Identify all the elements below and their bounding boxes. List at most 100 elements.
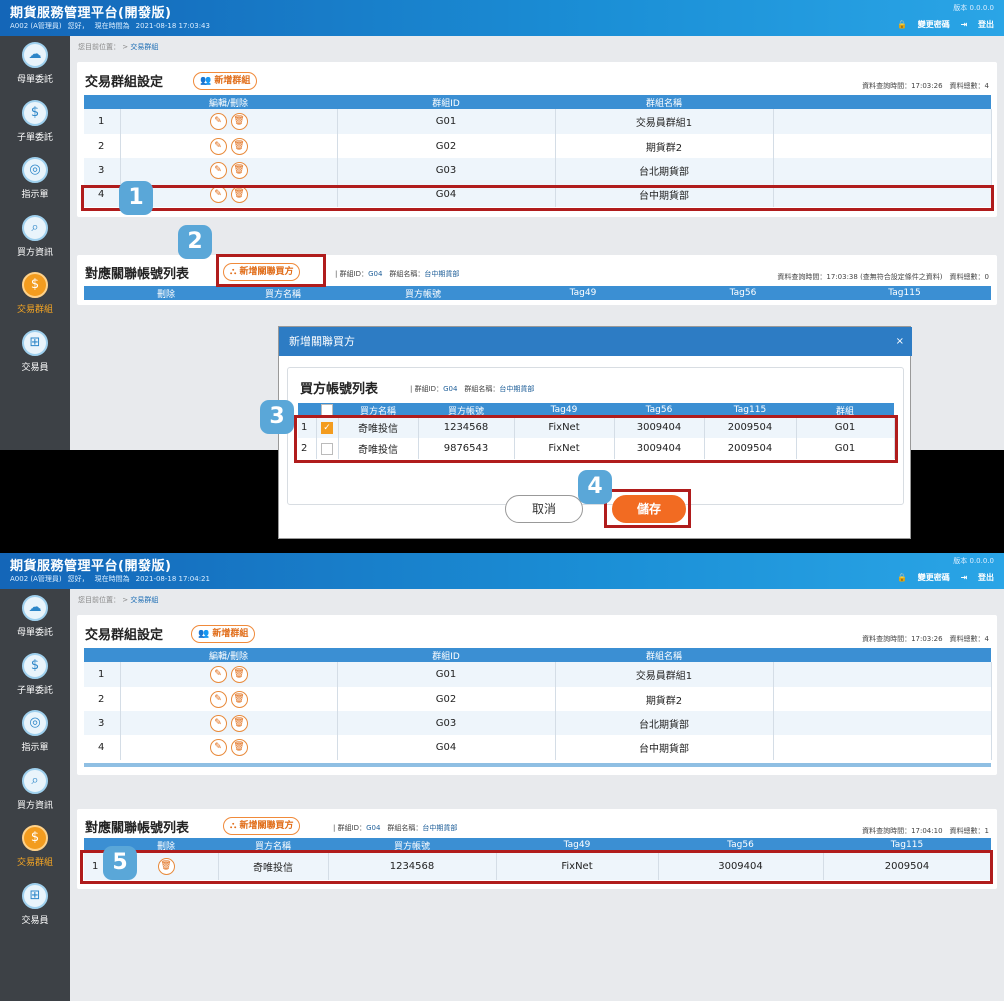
pencil-icon[interactable]: ✎ xyxy=(209,690,227,708)
group-panel-title: 交易群組設定 xyxy=(85,75,164,90)
version-label: 版本 0.0.0.0 xyxy=(953,557,994,565)
linked-accounts-panel: 對應關聯帳號列表 ⛬ 新增關聯買方 | 群組ID：G04 群組名稱：台中期貨部 … xyxy=(77,809,997,889)
sidebar-item-buyer-info[interactable]: ⌕ 買方資訊 xyxy=(0,762,70,820)
linked-accounts-table: 刪除 買方名稱 買方帳號 Tag49 Tag56 Tag115 1 🗑 奇唯投信 1234568… xyxy=(84,838,992,880)
table-row: 1 🗑 奇唯投信 1234568 FixNet 3009404 2009504 xyxy=(84,852,992,880)
change-password-link[interactable]: 🔒 變更密碼 xyxy=(897,20,950,29)
money-bag-icon: $ xyxy=(22,825,48,851)
app-title: 期貨服務管理平台(開發版) xyxy=(10,559,172,574)
step-badge-4: 4 xyxy=(578,470,612,504)
top-bar: 期貨服務管理平台(開發版) A002 (A管理員) 您好， 現在時間為 2021-08… xyxy=(0,0,1004,36)
pencil-icon[interactable]: ✎ xyxy=(209,113,227,130)
org-chart-icon: ⊞ xyxy=(22,882,48,909)
version-label: 版本 0.0.0.0 xyxy=(953,4,994,12)
table-row-selected[interactable]: 4 ✎ 🗑 G04 台中期貨部 xyxy=(84,182,992,207)
sidebar-item-parent-order[interactable]: ☁ 母單委託 xyxy=(0,36,70,94)
table-scrollbar[interactable] xyxy=(84,763,991,767)
sidebar-item-child-order[interactable]: $ 子單委託 xyxy=(0,94,70,152)
sidebar-item-instruction[interactable]: ◎ 指示單 xyxy=(0,704,70,762)
trash-icon[interactable]: 🗑 xyxy=(230,137,248,155)
sidebar-item-trading-group[interactable]: $ 交易群組 xyxy=(0,819,70,877)
trash-icon[interactable]: 🗑 xyxy=(230,113,248,130)
trash-icon[interactable]: 🗑 xyxy=(230,666,248,683)
add-linked-buyer-button[interactable]: ⛬ 新增關聯買方 xyxy=(223,817,301,835)
pencil-icon[interactable]: ✎ xyxy=(209,137,227,155)
org-chart-icon: ⊞ xyxy=(22,329,48,356)
pencil-icon[interactable]: ✎ xyxy=(209,714,227,732)
pencil-icon[interactable]: ✎ xyxy=(209,161,227,179)
table-row[interactable]: 2 奇唯投信 9876543 FixNet 3009404 2009504 G01 xyxy=(298,438,895,459)
linked-accounts-title: 對應關聯帳號列表 xyxy=(85,821,190,836)
sidebar-item-trading-group[interactable]: $ 交易群組 xyxy=(0,266,70,324)
dialog-title: 新增關聯買方 xyxy=(289,335,355,348)
dialog-group-meta: | 群組ID：G04 群組名稱：台中期貨部 xyxy=(410,385,535,393)
add-linked-buyer-button[interactable]: ⛬ 新增關聯買方 xyxy=(223,263,301,281)
sidebar-item-child-order[interactable]: $ 子單委託 xyxy=(0,647,70,705)
table-row: 3 ✎ 🗑 G03 台北期貨部 xyxy=(84,711,992,735)
buyer-accounts-table: 買方名稱 買方帳號 Tag49 Tag56 Tag115 群組 1 ✓ 奇唯投信 1234568… xyxy=(298,403,895,459)
table-row: 1 ✎ 🗑 G01 交易員群組1 xyxy=(84,109,992,134)
sidebar-item-instruction[interactable]: ◎ 指示單 xyxy=(0,151,70,209)
app-title: 期貨服務管理平台(開發版) xyxy=(10,6,172,21)
table-row[interactable]: 1 ✓ 奇唯投信 1234568 FixNet 3009404 2009504 G01 xyxy=(298,417,895,438)
sidebar-item-trader[interactable]: ⊞ 交易員 xyxy=(0,324,70,382)
money-hand-icon: $ xyxy=(22,652,48,679)
link-group-meta: | 群組ID：G04 群組名稱：台中期貨部 xyxy=(335,270,460,278)
money-bag-icon: $ xyxy=(22,272,48,298)
screenshot-after: 期貨服務管理平台(開發版) A002 (A管理員) 您好， 現在時間為 2021-08… xyxy=(0,553,1004,1001)
trash-icon[interactable]: 🗑 xyxy=(230,739,248,756)
step-badge-5: 5 xyxy=(103,846,137,880)
sidebar: ☁ 母單委託 $ 子單委託 ◎ 指示單 ⌕ 買方資訊 $ 交易群組 ⊞ 交易員 xyxy=(0,589,70,1001)
group-panel: 交易群組設定 👥 新增群組 資料查詢時間：17:03:26 資料總數：4 編輯/… xyxy=(77,615,997,775)
trash-icon[interactable]: 🗑 xyxy=(157,857,175,875)
change-password-link[interactable]: 🔒 變更密碼 xyxy=(897,573,950,582)
trash-icon[interactable]: 🗑 xyxy=(230,161,248,179)
group-table: 編輯/刪除 群組ID 群組名稱 1 ✎ 🗑 G01 交易員群組1 2 ✎ 🗑 G02 期貨群2 3 ✎… xyxy=(84,95,992,207)
row-checkbox-checked[interactable]: ✓ xyxy=(321,421,333,434)
pencil-icon[interactable]: ✎ xyxy=(209,186,227,203)
link-query-meta: 資料查詢時間：17:03:38 (查無符合設定條件之資料) 資料總數：0 xyxy=(777,273,989,281)
save-button[interactable]: 儲存 xyxy=(612,495,686,523)
top-bar: 期貨服務管理平台(開發版) A002 (A管理員) 您好， 現在時間為 2021-08… xyxy=(0,553,1004,589)
add-buyer-dialog: 新增關聯買方 × 買方帳號列表 | 群組ID：G04 群組名稱：台中期貨部 買方… xyxy=(278,326,912,539)
group-table: 編輯/刪除 群組ID 群組名稱 1 ✎ 🗑 G01 交易員群組1 2 ✎ 🗑 G02 期貨群2 3 ✎… xyxy=(84,648,992,760)
table-row: 2 ✎ 🗑 G02 期貨群2 xyxy=(84,687,992,711)
cancel-button[interactable]: 取消 xyxy=(505,495,583,523)
breadcrumb: 您目前位置： > 交易群組 xyxy=(78,43,159,51)
group-panel-title: 交易群組設定 xyxy=(85,628,164,643)
row-checkbox[interactable] xyxy=(321,442,333,455)
logout-link[interactable]: ⇥ 登出 xyxy=(961,573,995,582)
group-panel: 交易群組設定 👥 新增群組 資料查詢時間：17:03:26 資料總數：4 編輯/… xyxy=(77,62,997,217)
buyer-table-header: 買方名稱 買方帳號 Tag49 Tag56 Tag115 群組 xyxy=(298,403,894,417)
linked-table-header: 刪除 買方名稱 買方帳號 Tag49 Tag56 Tag115 xyxy=(84,286,991,300)
table-row: 4 ✎ 🗑 G04 台中期貨部 xyxy=(84,735,992,760)
tutorial-composite: 期貨服務管理平台(開發版) A002 (A管理員) 您好， 現在時間為 2021-08… xyxy=(0,0,1004,1001)
pencil-icon[interactable]: ✎ xyxy=(209,666,227,683)
trash-icon[interactable]: 🗑 xyxy=(230,186,248,203)
select-all-checkbox[interactable] xyxy=(321,404,333,416)
add-group-button[interactable]: 👥 新增群組 xyxy=(191,625,256,643)
money-hand-icon: $ xyxy=(22,99,48,126)
sidebar-item-buyer-info[interactable]: ⌕ 買方資訊 xyxy=(0,209,70,267)
sidebar-item-trader[interactable]: ⊞ 交易員 xyxy=(0,877,70,935)
table-row: 1 ✎ 🗑 G01 交易員群組1 xyxy=(84,662,992,687)
user-info: A002 (A管理員) 您好， 現在時間為 2021-08-18 17:03:43 xyxy=(10,22,210,30)
step-badge-3: 3 xyxy=(260,400,294,434)
buyer-list-title: 買方帳號列表 xyxy=(300,382,379,397)
trash-icon[interactable]: 🗑 xyxy=(230,714,248,732)
logout-link[interactable]: ⇥ 登出 xyxy=(961,20,995,29)
target-icon: ◎ xyxy=(22,157,48,183)
breadcrumb: 您目前位置： > 交易群組 xyxy=(78,596,159,604)
table-row: 3 ✎ 🗑 G03 台北期貨部 xyxy=(84,158,992,182)
add-group-button[interactable]: 👥 新增群組 xyxy=(193,72,258,90)
sidebar-item-parent-order[interactable]: ☁ 母單委託 xyxy=(0,589,70,647)
step-badge-1: 1 xyxy=(119,181,153,215)
table-row: 2 ✎ 🗑 G02 期貨群2 xyxy=(84,134,992,158)
group-query-meta: 資料查詢時間：17:03:26 資料總數：4 xyxy=(862,82,989,90)
search-icon: ⌕ xyxy=(22,214,48,241)
step-badge-2: 2 xyxy=(178,225,212,259)
pencil-icon[interactable]: ✎ xyxy=(209,739,227,756)
trash-icon[interactable]: 🗑 xyxy=(230,690,248,708)
close-icon[interactable]: × xyxy=(896,327,904,356)
target-icon: ◎ xyxy=(22,710,48,736)
